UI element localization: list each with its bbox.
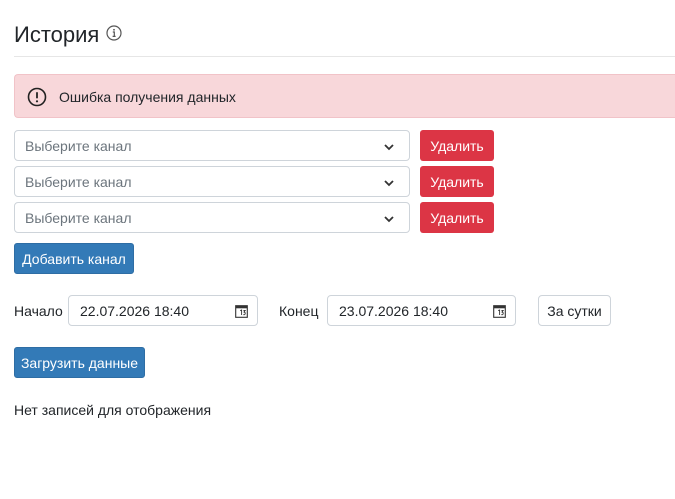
calendar-icon[interactable] [235,304,248,318]
empty-state-text: Нет записей для отображения [14,402,212,418]
page-header: История [14,18,675,57]
channel-select-placeholder: Выберите канал [25,138,132,154]
end-date-value: 23.07.2026 18:40 [339,303,448,319]
exclamation-circle-icon [27,87,47,107]
chevron-down-icon [383,176,395,188]
end-label: Конец [279,303,319,319]
remove-channel-button[interactable]: Удалить [420,166,494,197]
channel-select[interactable]: Выберите канал [14,166,410,197]
page-title: История [14,22,100,47]
channel-select-placeholder: Выберите канал [25,210,132,226]
chevron-down-icon [383,140,395,152]
calendar-icon[interactable] [493,304,506,318]
start-label: Начало [14,303,63,319]
channel-select[interactable]: Выберите канал [14,130,410,161]
channel-select[interactable]: Выберите канал [14,202,410,233]
remove-channel-button[interactable]: Удалить [420,130,494,161]
chevron-down-icon [383,212,395,224]
channel-select-placeholder: Выберите канал [25,174,132,190]
load-data-button[interactable]: Загрузить данные [14,347,145,378]
start-date-field[interactable]: 22.07.2026 18:40 [68,295,258,326]
end-date-field[interactable]: 23.07.2026 18:40 [327,295,516,326]
last-day-button[interactable]: За сутки [538,295,611,326]
info-icon[interactable] [106,25,122,41]
remove-channel-button[interactable]: Удалить [420,202,494,233]
error-alert: Ошибка получения данных [14,74,675,118]
start-date-value: 22.07.2026 18:40 [80,303,189,319]
add-channel-button[interactable]: Добавить канал [14,243,134,274]
error-message: Ошибка получения данных [59,89,236,105]
